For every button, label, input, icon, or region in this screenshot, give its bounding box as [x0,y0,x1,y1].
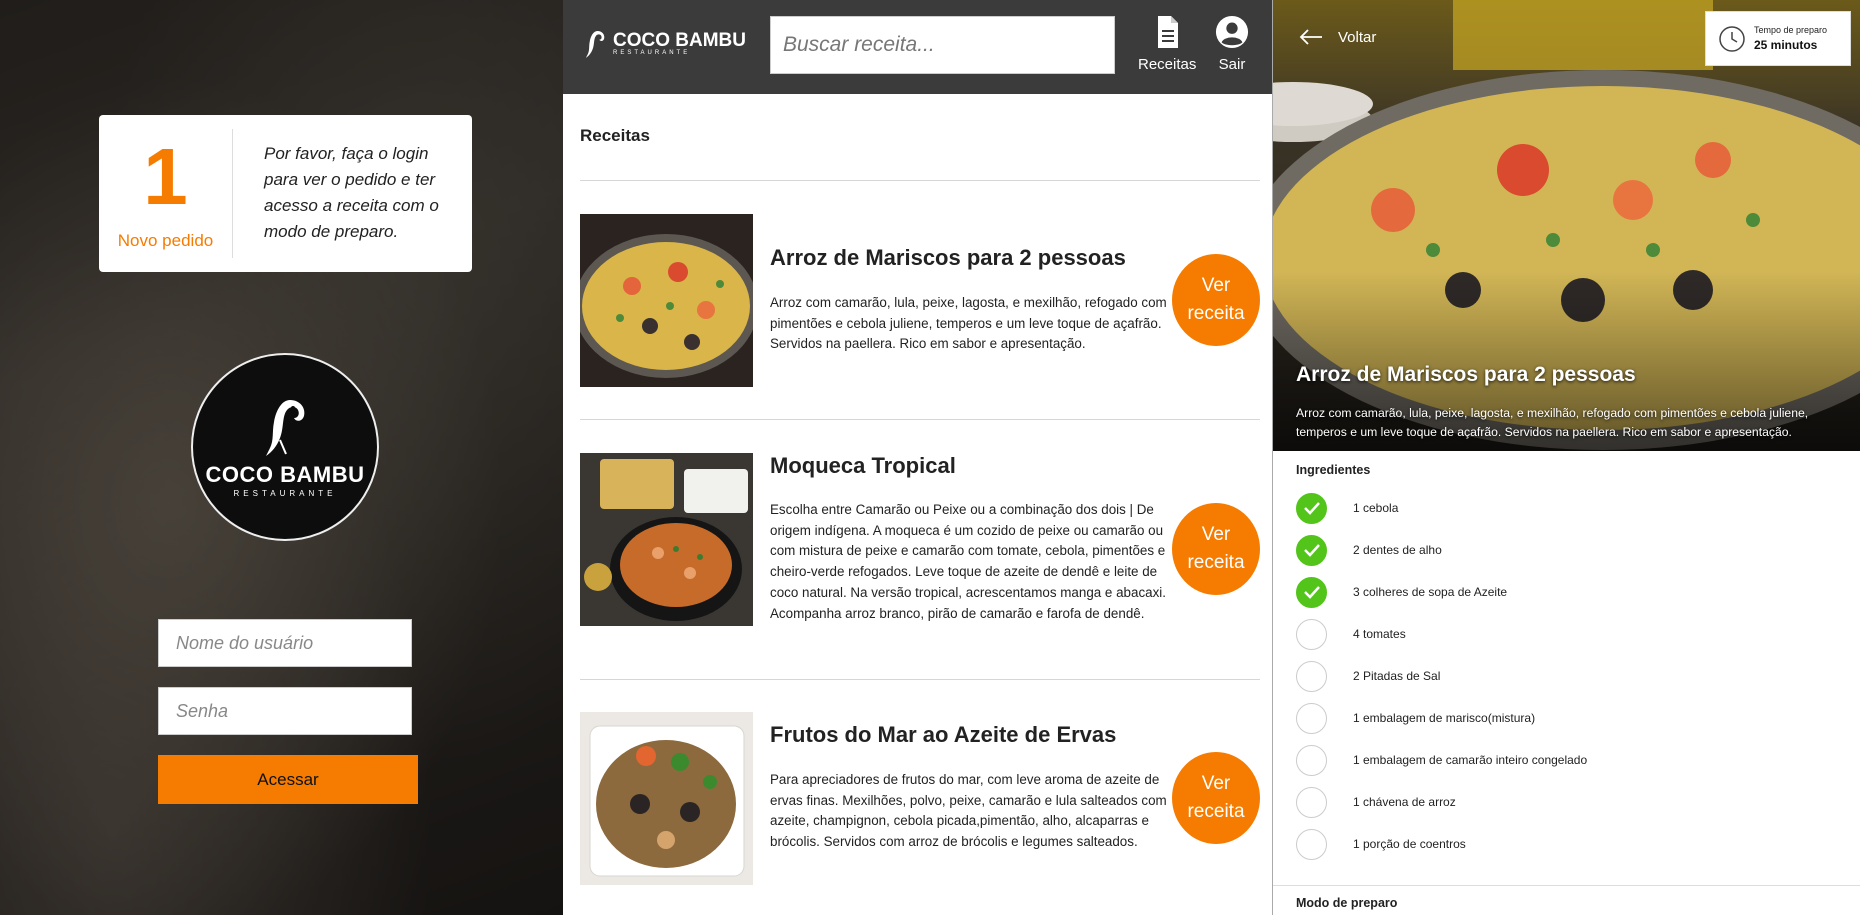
ingredient-checkbox[interactable] [1296,744,1327,776]
recipe-detail-panel: Voltar Tempo de preparo 25 minutos Arroz… [1272,0,1860,915]
parrot-icon [585,31,605,58]
ingredient-item: 1 porção de coentros [1296,828,1696,860]
ingredient-checkbox[interactable] [1296,492,1327,524]
recipe-description: Para apreciadores de frutos do mar, com … [770,772,1167,850]
ingredient-label: 1 embalagem de camarão inteiro congelado [1353,753,1588,767]
ingredient-item: 1 embalagem de camarão inteiro congelado [1296,744,1696,776]
nav-sair[interactable]: Sair [1215,14,1249,73]
nav-sair-label: Sair [1218,56,1246,73]
ingredient-checkbox[interactable] [1296,702,1327,734]
nav-receitas[interactable]: Receitas [1138,14,1196,73]
recipe-description: Arroz com camarão, lula, peixe, lagosta,… [770,295,1167,352]
recipes-panel: COCO BAMBU RESTAURANTE Receitas Sair [563,0,1272,915]
username-field[interactable] [158,619,412,667]
login-message: Por favor, faça o login para ver o pedid… [264,144,439,241]
ingredient-item: 1 embalagem de marisco(mistura) [1296,702,1696,734]
ingredient-label: 1 embalagem de marisco(mistura) [1353,711,1536,725]
checkmark-icon [1303,544,1320,557]
recipe-card: Frutos do Mar ao Azeite de Ervas Para ap… [580,712,1260,912]
new-order-card: 1 Novo pedido Por favor, faça o login pa… [99,115,472,272]
ingredients-heading: Ingredientes [1296,463,1371,477]
ingredient-checkbox[interactable] [1296,828,1327,860]
ingredient-label: 1 porção de coentros [1353,837,1466,851]
user-icon [1215,15,1249,49]
divider [580,679,1260,680]
see-recipe-button[interactable]: Ver receita [1172,503,1260,595]
divider [1273,885,1860,886]
recipe-image [580,214,753,387]
ingredient-item: 2 Pitadas de Sal [1296,660,1696,692]
prep-time-card: Tempo de preparo 25 minutos [1705,11,1851,66]
prep-time-label: Tempo de preparo [1754,25,1828,35]
ingredient-item: 3 colheres de sopa de Azeite [1296,576,1696,608]
divider [580,180,1260,181]
recipe-hero: Voltar Tempo de preparo 25 minutos Arroz… [1273,0,1860,451]
order-label: Novo pedido [117,230,214,250]
order-counter: 1 Novo pedido [99,129,233,258]
ingredient-checkbox[interactable] [1296,660,1327,692]
recipe-card: Arroz de Mariscos para 2 pessoas Arroz c… [580,214,1260,414]
ingredient-label: 1 chávena de arroz [1353,795,1456,809]
password-field[interactable] [158,687,412,735]
recipe-title: Moqueca Tropical [770,453,956,478]
ingredient-label: 2 dentes de alho [1353,543,1442,557]
see-recipe-button[interactable]: Ver receita [1172,752,1260,844]
login-panel: 1 Novo pedido Por favor, faça o login pa… [0,0,563,915]
ingredient-checkbox[interactable] [1296,534,1327,566]
recipe-description: Escolha entre Camarão ou Peixe ou a comb… [770,502,1166,621]
ingredient-label: 2 Pitadas de Sal [1353,669,1441,683]
ingredient-label: 4 tomates [1353,627,1406,641]
arrow-left-icon [1299,29,1322,45]
recipe-title: Arroz de Mariscos para 2 pessoas [770,245,1126,270]
checkmark-icon [1303,502,1320,515]
recipe-image [580,712,753,885]
see-recipe-button[interactable]: Ver receita [1172,254,1260,346]
divider [580,419,1260,420]
order-count: 1 [143,131,188,221]
back-button[interactable]: Voltar [1298,28,1376,46]
ingredient-item: 2 dentes de alho [1296,534,1696,566]
recipe-detail-description: Arroz com camarão, lula, peixe, lagosta,… [1296,406,1809,439]
logo-subtitle: RESTAURANTE [233,489,337,498]
logo-name: COCO BAMBU [205,462,365,487]
recipe-title: Frutos do Mar ao Azeite de Ervas [770,722,1117,747]
login-button[interactable]: Acessar [158,755,418,804]
ingredient-checkbox[interactable] [1296,786,1327,818]
search-input[interactable] [770,16,1115,74]
ingredient-item: 1 chávena de arroz [1296,786,1696,818]
recipe-image [580,453,753,626]
prep-time-value: 25 minutos [1754,38,1818,52]
ingredient-item: 1 cebola [1296,492,1696,524]
clock-icon [1719,25,1745,52]
nav-receitas-label: Receitas [1138,56,1197,73]
parrot-icon [266,400,305,456]
restaurant-logo: COCO BAMBU RESTAURANTE [191,353,379,541]
brand-logo: COCO BAMBU RESTAURANTE [583,28,746,60]
page-title: Receitas [580,126,650,145]
recipe-detail-title: Arroz de Mariscos para 2 pessoas [1296,363,1636,386]
recipe-card: Moqueca Tropical Escolha entre Camarão o… [580,453,1260,653]
ingredient-label: 1 cebola [1353,501,1399,515]
ingredient-item: 4 tomates [1296,618,1696,650]
back-label: Voltar [1338,28,1377,46]
ingredient-label: 3 colheres de sopa de Azeite [1353,585,1508,599]
brand-name: COCO BAMBU [613,30,746,51]
ingredient-checkbox[interactable] [1296,618,1327,650]
prep-heading: Modo de preparo [1296,896,1398,910]
checkmark-icon [1303,586,1320,599]
document-icon [1158,16,1179,48]
top-bar: COCO BAMBU RESTAURANTE Receitas Sair [563,0,1272,94]
ingredient-checkbox[interactable] [1296,576,1327,608]
